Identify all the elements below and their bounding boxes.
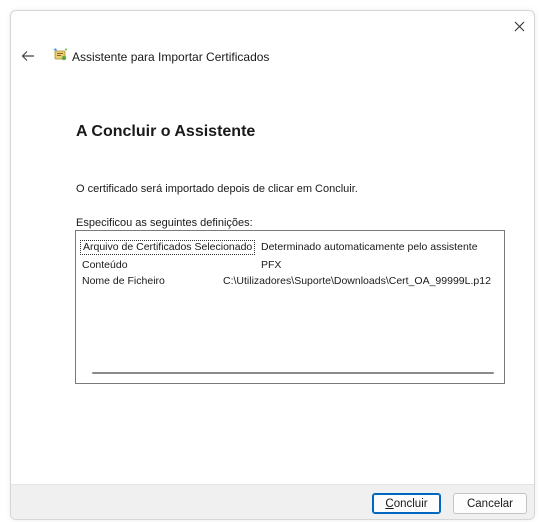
back-arrow-icon[interactable] <box>21 49 35 63</box>
close-button[interactable] <box>504 11 534 41</box>
finish-label: oncluir <box>393 497 428 510</box>
certificate-wizard-icon <box>53 48 68 61</box>
finish-button[interactable]: Concluir <box>372 493 441 514</box>
cancel-button[interactable]: Cancelar <box>453 493 527 514</box>
list-item-name: Arquivo de Certificados Selecionado <box>80 240 256 255</box>
close-icon <box>514 21 524 31</box>
page-heading: A Concluir o Assistente <box>76 123 256 140</box>
list-item-name: Nome de Ficheiro <box>82 275 165 287</box>
settings-list-label: Especificou as seguintes definições: <box>76 217 253 229</box>
horizontal-scrollbar[interactable] <box>92 372 494 374</box>
description-text: O certificado será importado depois de c… <box>76 183 358 195</box>
wizard-title: Assistente para Importar Certificados <box>72 50 270 64</box>
import-certificate-wizard-window: Assistente para Importar Certificados A … <box>10 10 535 520</box>
settings-list[interactable]: Arquivo de Certificados Selecionado Dete… <box>75 230 505 384</box>
list-item-value: Determinado automaticamente pelo assiste… <box>261 241 478 253</box>
button-bar: Concluir Cancelar <box>11 484 534 519</box>
list-item-value: C:\Utilizadores\Suporte\Downloads\Cert_O… <box>223 275 491 287</box>
list-item-value: PFX <box>261 259 282 271</box>
finish-accelerator: C <box>385 497 394 510</box>
list-item-name: Conteúdo <box>82 259 128 271</box>
